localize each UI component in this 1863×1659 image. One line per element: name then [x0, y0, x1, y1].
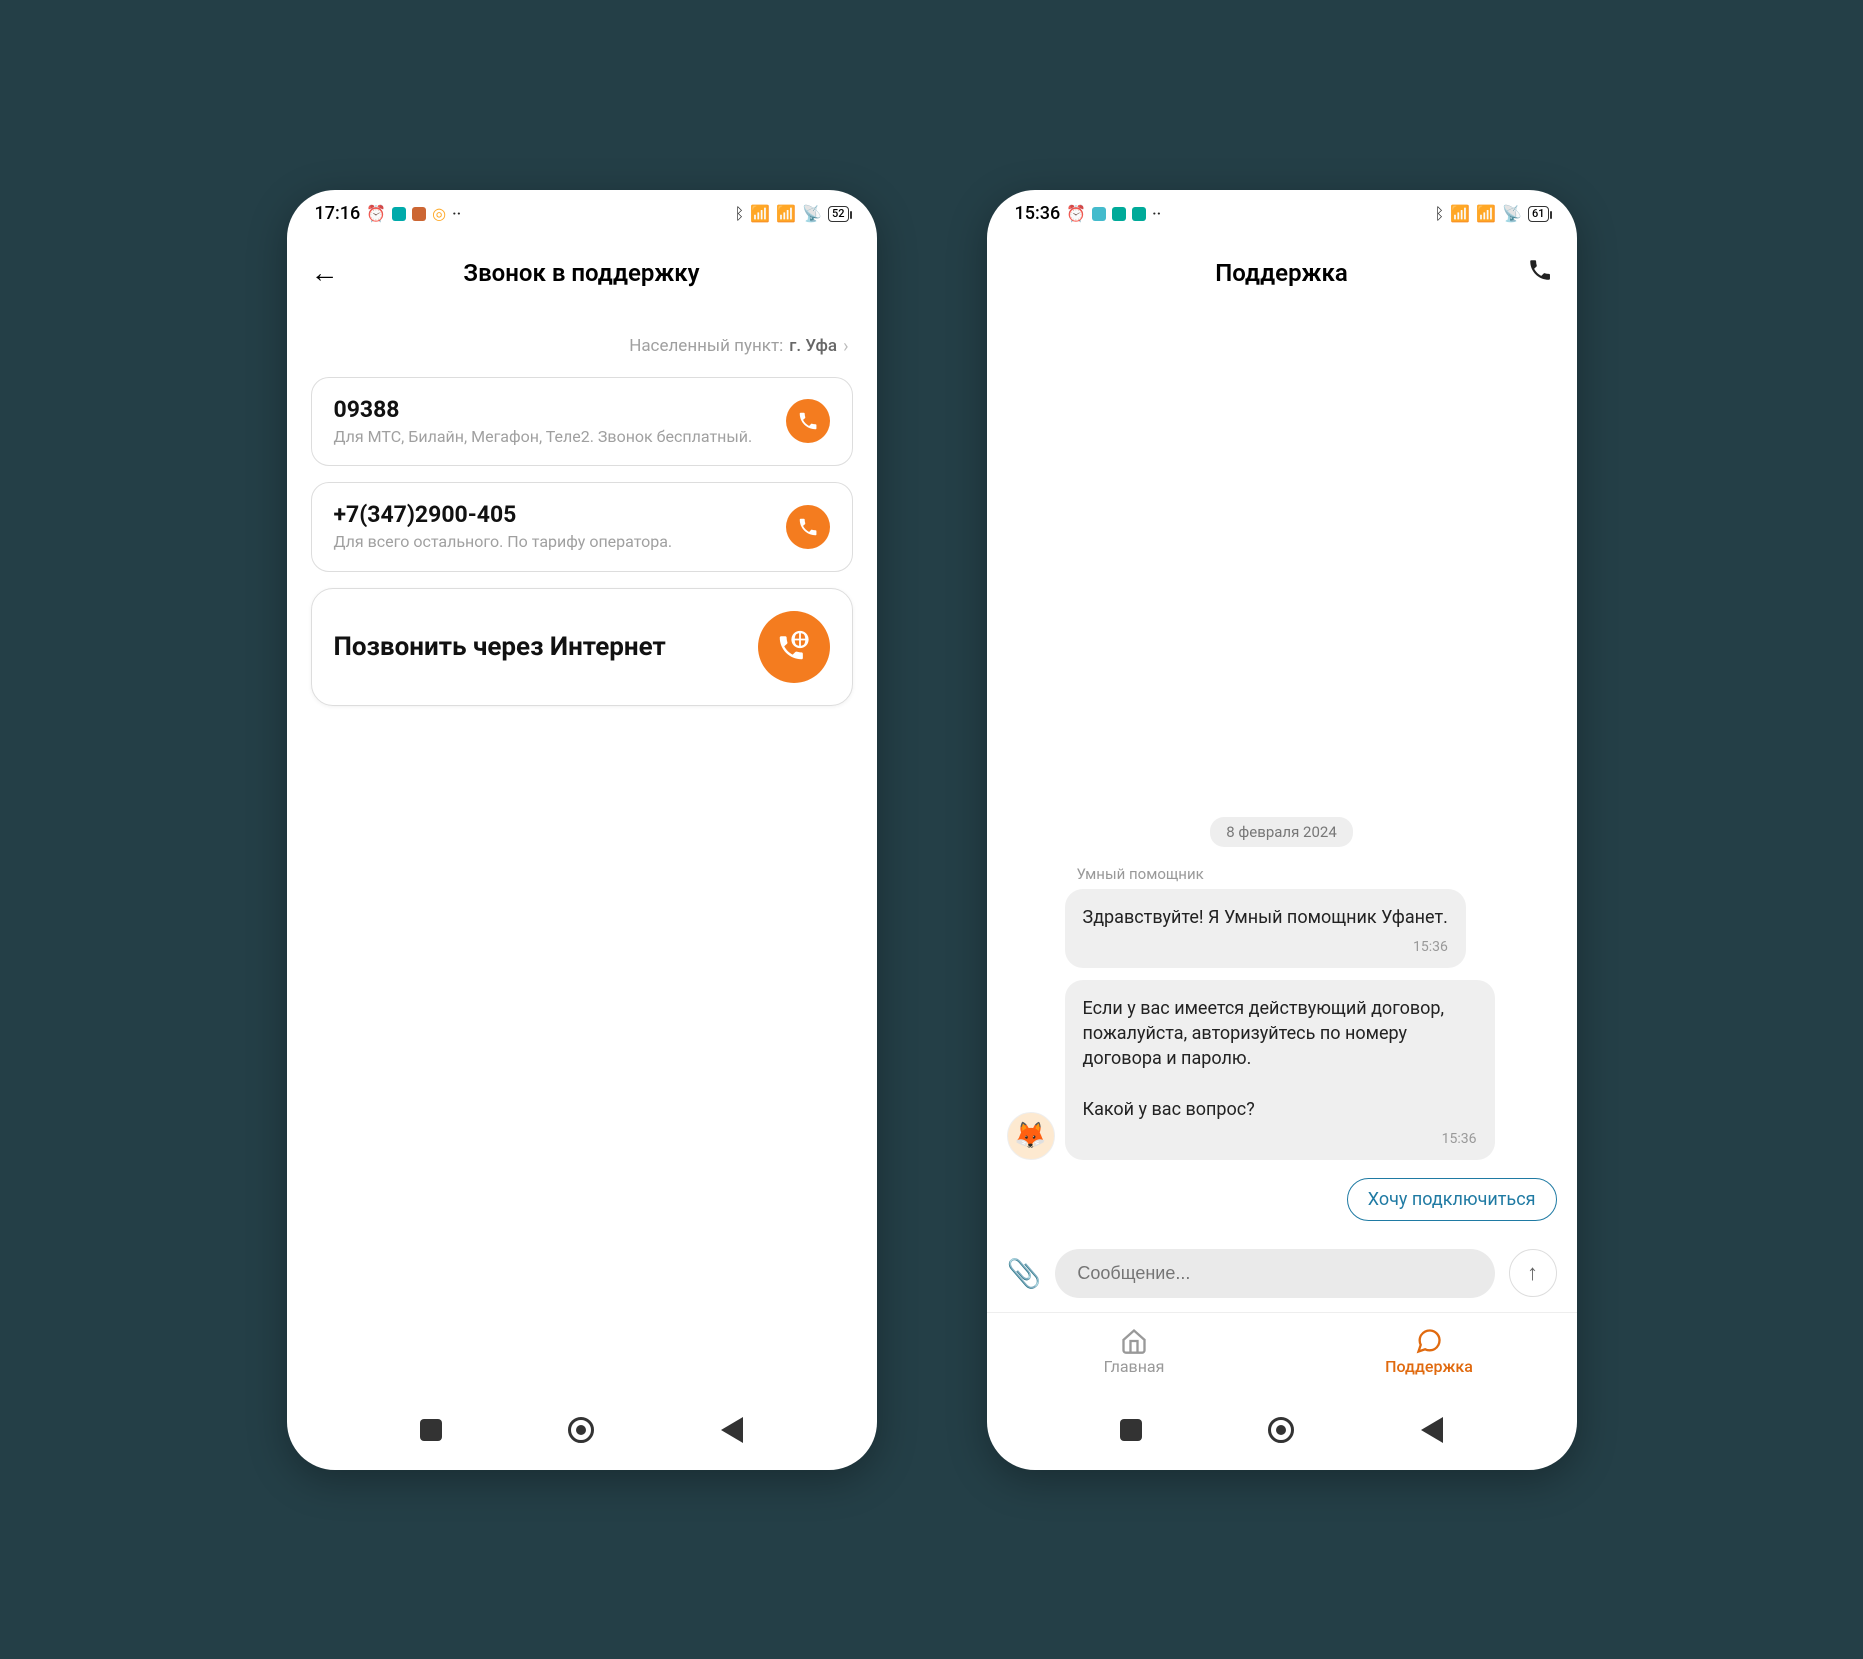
signal-icon: 📶 [1450, 204, 1470, 223]
system-nav-bar [987, 1390, 1577, 1470]
app-icon [392, 207, 406, 221]
message-time: 15:36 [1083, 938, 1448, 958]
signal-icon: 📶 [776, 204, 796, 223]
system-nav-bar [287, 1390, 877, 1470]
call-button[interactable] [786, 399, 830, 443]
back-button[interactable] [1421, 1417, 1443, 1443]
chat-area: 8 февраля 2024 Умный помощник Здравствуй… [987, 308, 1577, 1239]
chat-icon [1415, 1327, 1443, 1355]
sender-name: Умный помощник [1077, 865, 1557, 883]
phone-icon [797, 516, 819, 538]
internet-call-button[interactable] [758, 611, 830, 683]
message-input-row: 📎 ↑ [987, 1239, 1577, 1312]
location-label: Населенный пункт: [629, 336, 783, 356]
message-input[interactable] [1055, 1249, 1494, 1298]
alarm-icon: ⏰ [1066, 204, 1086, 223]
phone-call-support: 17:16 ⏰ ◎ ·· ᛒ 📶 📶 📡 52 ← Звонок в подде… [287, 190, 877, 1470]
call-icon[interactable] [1527, 257, 1553, 289]
app-icon [1092, 207, 1106, 221]
arrow-up-icon: ↑ [1527, 1260, 1538, 1286]
recents-button[interactable] [1120, 1419, 1142, 1441]
status-bar: 17:16 ⏰ ◎ ·· ᛒ 📶 📶 📡 52 [287, 190, 877, 238]
call-card-short[interactable]: 09388 Для МТС, Билайн, Мегафон, Теле2. З… [311, 377, 853, 467]
globe-phone-icon [776, 629, 812, 665]
chevron-right-icon: › [843, 336, 848, 357]
attachment-icon[interactable]: 📎 [1007, 1257, 1042, 1290]
date-separator: 8 февраля 2024 [1210, 817, 1353, 847]
page-title: Звонок в поддержку [287, 259, 877, 287]
send-button[interactable]: ↑ [1509, 1249, 1557, 1297]
message-bubble: Если у вас имеется действующий договор, … [1065, 980, 1495, 1160]
phone-description: Для всего остального. По тарифу оператор… [334, 532, 770, 553]
message-text: Здравствуйте! Я Умный помощник Уфанет. [1083, 905, 1448, 930]
location-value: г. Уфа [789, 336, 837, 356]
recents-button[interactable] [420, 1419, 442, 1441]
battery-icon: 61 [1528, 206, 1549, 222]
bluetooth-icon: ᛒ [1435, 204, 1445, 223]
phone-number: +7(347)2900-405 [334, 501, 770, 528]
internet-call-card[interactable]: Позвонить через Интернет [311, 588, 853, 706]
message-row: 🦊 Если у вас имеется действующий договор… [1007, 980, 1557, 1160]
phone-description: Для МТС, Билайн, Мегафон, Теле2. Звонок … [334, 427, 770, 448]
home-button[interactable] [568, 1417, 594, 1443]
call-button[interactable] [786, 505, 830, 549]
phone-support-chat: 15:36 ⏰ ·· ᛒ 📶 📶 📡 61 Поддержка 8 феврал… [987, 190, 1577, 1470]
call-card-long[interactable]: +7(347)2900-405 Для всего остального. По… [311, 482, 853, 572]
app-header: Поддержка [987, 238, 1577, 308]
bluetooth-icon: ᛒ [735, 204, 745, 223]
home-button[interactable] [1268, 1417, 1294, 1443]
tab-label: Поддержка [1385, 1357, 1473, 1376]
signal-icon: 📶 [750, 204, 770, 223]
location-selector[interactable]: Населенный пункт: г. Уфа › [311, 308, 853, 377]
app-icon [412, 207, 426, 221]
app-header: ← Звонок в поддержку [287, 238, 877, 308]
message-bubble: Здравствуйте! Я Умный помощник Уфанет. 1… [1065, 889, 1466, 968]
status-time: 17:16 [315, 203, 361, 224]
bot-avatar: 🦊 [1007, 1112, 1055, 1160]
quick-reply-chip[interactable]: Хочу подключиться [1347, 1178, 1557, 1221]
battery-icon: 52 [828, 206, 849, 222]
wifi-icon: 📡 [802, 204, 822, 223]
status-bar: 15:36 ⏰ ·· ᛒ 📶 📶 📡 61 [987, 190, 1577, 238]
back-button[interactable] [721, 1417, 743, 1443]
message-row: Здравствуйте! Я Умный помощник Уфанет. 1… [1007, 889, 1557, 968]
more-icon: ·· [452, 204, 461, 223]
signal-icon: 📶 [1476, 204, 1496, 223]
tab-label: Главная [1104, 1357, 1165, 1376]
home-icon [1120, 1327, 1148, 1355]
tab-support[interactable]: Поддержка [1282, 1313, 1577, 1390]
app-icon: ◎ [432, 204, 446, 223]
message-time: 15:36 [1083, 1130, 1477, 1150]
app-icon [1132, 207, 1146, 221]
wifi-icon: 📡 [1502, 204, 1522, 223]
page-title: Поддержка [987, 259, 1577, 287]
phone-number: 09388 [334, 396, 770, 423]
back-arrow-icon[interactable]: ← [311, 256, 339, 289]
alarm-icon: ⏰ [366, 204, 386, 223]
status-time: 15:36 [1015, 203, 1061, 224]
message-text: Если у вас имеется действующий договор, … [1083, 996, 1477, 1122]
more-icon: ·· [1152, 204, 1161, 223]
bottom-tab-bar: Главная Поддержка [987, 1312, 1577, 1390]
phone-icon [797, 410, 819, 432]
app-icon [1112, 207, 1126, 221]
tab-home[interactable]: Главная [987, 1313, 1282, 1390]
internet-call-title: Позвонить через Интернет [334, 632, 742, 663]
